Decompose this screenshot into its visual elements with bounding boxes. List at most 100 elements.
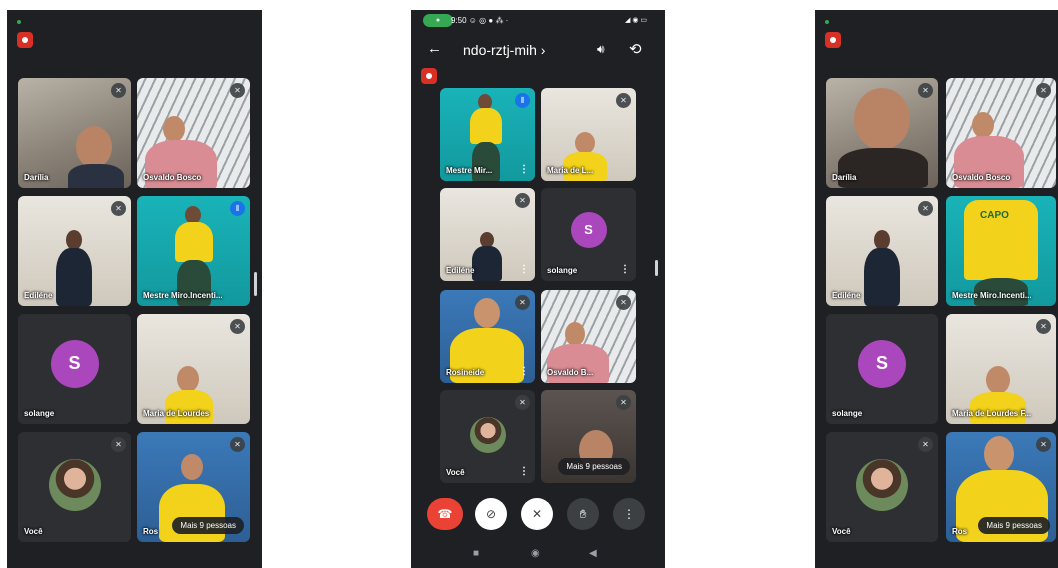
avatar: [48, 458, 101, 511]
participant-name: Mestre Miro.Incenti...: [143, 291, 223, 300]
switch-camera-icon[interactable]: ⟲: [629, 40, 642, 58]
meet-screen-left: ✕ Darília ✕ Osvaldo Bosco ✕ Ediléne ⦀ Me…: [7, 10, 262, 568]
participant-tile[interactable]: ✕ Rosineide ⋮: [440, 290, 535, 383]
mic-off-icon: ✕: [1036, 83, 1051, 98]
meeting-code[interactable]: ndo-rztj-mih ›: [463, 42, 545, 58]
scrollbar[interactable]: [655, 260, 658, 276]
meet-screen-right: ✕ Darília ✕ Osvaldo Bosco ✕ Ediléne CAPO…: [815, 10, 1058, 568]
participant-name: Você: [832, 527, 851, 536]
mic-off-icon: ✕: [616, 93, 631, 108]
participant-tile[interactable]: ✕ Maria de Lourdes F...: [946, 314, 1056, 424]
participant-tile-self[interactable]: ✕ Você: [18, 432, 131, 542]
participant-tile-self[interactable]: ✕ Você: [826, 432, 938, 542]
avatar: [856, 458, 908, 511]
status-icons: ◢ ◉ ▭: [625, 17, 647, 24]
participant-tile[interactable]: ⦀ Mestre Miro.Incenti...: [137, 196, 250, 306]
participant-name: Maria de L...: [547, 166, 594, 175]
participant-name: Mestre Miro.Incenti...: [952, 291, 1032, 300]
scrollbar[interactable]: [254, 272, 257, 296]
participant-name: Ediléne: [24, 291, 53, 300]
participant-tile[interactable]: ✕ Ediléne: [18, 196, 131, 306]
participant-tile[interactable]: ✕ Darília: [826, 78, 938, 188]
participant-tile[interactable]: ✕ Ros Mais 9 pessoas: [946, 432, 1056, 542]
participant-tile[interactable]: CAPO Mestre Miro.Incenti...: [946, 196, 1056, 306]
mic-off-icon: ✕: [918, 201, 933, 216]
camera-off-icon: ⊘: [485, 507, 497, 521]
android-nav-bar: ■ ◉ ◀: [411, 540, 665, 568]
participant-name: Você: [446, 468, 465, 477]
participant-name: Rosineide: [446, 368, 485, 377]
camera-indicator-icon: [825, 20, 829, 24]
participant-name: Você: [24, 527, 43, 536]
top-bar: ● 9:50 ☺ ◎ ● ⁂ · ◢ ◉ ▭ ← ndo-rztj-mih › …: [411, 10, 665, 70]
more-options-icon[interactable]: ⋮: [519, 366, 529, 377]
mic-off-icon: ✕: [918, 437, 933, 452]
mic-off-icon: ✕: [230, 319, 245, 334]
back-arrow-icon[interactable]: ←: [427, 40, 442, 57]
participant-tile[interactable]: ✕ Maria de L...: [541, 88, 636, 181]
participant-tile[interactable]: S solange: [826, 314, 938, 424]
recents-icon[interactable]: ■: [473, 548, 479, 559]
participant-tile[interactable]: ✕ Ediléne ⋮: [440, 188, 535, 281]
speaker-icon[interactable]: 🔊︎: [597, 42, 605, 57]
participant-name: Ros: [952, 527, 968, 536]
recording-icon[interactable]: [825, 32, 841, 48]
more-options-icon: ⋮: [623, 507, 635, 521]
participant-tile[interactable]: ✕ Osvaldo Bosco: [137, 78, 250, 188]
more-people-button[interactable]: Mais 9 pessoas: [172, 517, 244, 534]
participant-tile[interactable]: ✕ Ediléne: [826, 196, 938, 306]
more-options-icon[interactable]: ⋮: [519, 466, 529, 477]
participant-tile-self[interactable]: ✕ Você ⋮: [440, 390, 535, 483]
avatar: S: [50, 339, 99, 388]
participant-tile[interactable]: ✕ Osvaldo Bosco: [946, 78, 1056, 188]
participant-name: solange: [832, 409, 863, 418]
camera-indicator-icon: [17, 20, 21, 24]
speaking-indicator-icon: ⦀: [230, 201, 245, 216]
mic-off-icon: ✕: [230, 437, 245, 452]
more-people-button[interactable]: Mais 9 pessoas: [558, 458, 630, 475]
participant-tile[interactable]: ✕ Mais 9 pessoas: [541, 390, 636, 483]
speaking-indicator-icon: ⦀: [515, 93, 530, 108]
more-options-icon[interactable]: ⋮: [519, 164, 529, 175]
participant-name: Osvaldo Bosco: [143, 173, 202, 182]
mic-toggle-button[interactable]: ✕: [521, 498, 553, 530]
avatar: S: [570, 211, 607, 248]
participant-name: solange: [24, 409, 55, 418]
participant-name: Osvaldo Bosco: [952, 173, 1011, 182]
participant-name: Ediléne: [832, 291, 861, 300]
mic-off-icon: ✕: [111, 437, 126, 452]
back-icon[interactable]: ◀: [589, 548, 597, 559]
participant-tile[interactable]: ✕ Osvaldo B...: [541, 290, 636, 383]
mic-off-icon: ✕: [531, 507, 543, 521]
participant-name: solange: [547, 266, 578, 275]
participant-tile[interactable]: S solange: [18, 314, 131, 424]
participant-tile[interactable]: ⦀ Mestre Mir... ⋮: [440, 88, 535, 181]
raise-hand-icon: ✋︎: [579, 506, 587, 521]
participant-name: Ediléne: [446, 266, 475, 275]
home-icon[interactable]: ◉: [531, 548, 540, 559]
end-call-button[interactable]: ☎: [427, 498, 463, 530]
shirt-text: CAPO: [980, 210, 1009, 221]
meet-screen-center: ● 9:50 ☺ ◎ ● ⁂ · ◢ ◉ ▭ ← ndo-rztj-mih › …: [411, 10, 665, 568]
mic-off-icon: ✕: [230, 83, 245, 98]
participant-tile[interactable]: ✕ Ros Mais 9 pessoas: [137, 432, 250, 542]
more-people-button[interactable]: Mais 9 pessoas: [978, 517, 1050, 534]
mic-off-icon: ✕: [111, 201, 126, 216]
participant-name: Osvaldo B...: [547, 368, 594, 377]
raise-hand-button[interactable]: ✋︎: [567, 498, 599, 530]
mic-off-icon: ✕: [918, 83, 933, 98]
mic-off-icon: ✕: [616, 395, 631, 410]
end-call-icon: ☎: [437, 507, 453, 521]
more-options-icon[interactable]: ⋮: [620, 264, 630, 275]
participant-tile[interactable]: S solange ⋮: [541, 188, 636, 281]
avatar: [469, 416, 506, 453]
recording-icon[interactable]: [421, 68, 437, 84]
recording-icon[interactable]: [17, 32, 33, 48]
mic-off-icon: ✕: [1036, 319, 1051, 334]
participant-tile[interactable]: ✕ Maria de Lourdes: [137, 314, 250, 424]
participant-tile[interactable]: ✕ Darília: [18, 78, 131, 188]
camera-toggle-button[interactable]: ⊘: [475, 498, 507, 530]
more-options-button[interactable]: ⋮: [613, 498, 645, 530]
more-options-icon[interactable]: ⋮: [519, 264, 529, 275]
participant-name: Darília: [24, 173, 49, 182]
